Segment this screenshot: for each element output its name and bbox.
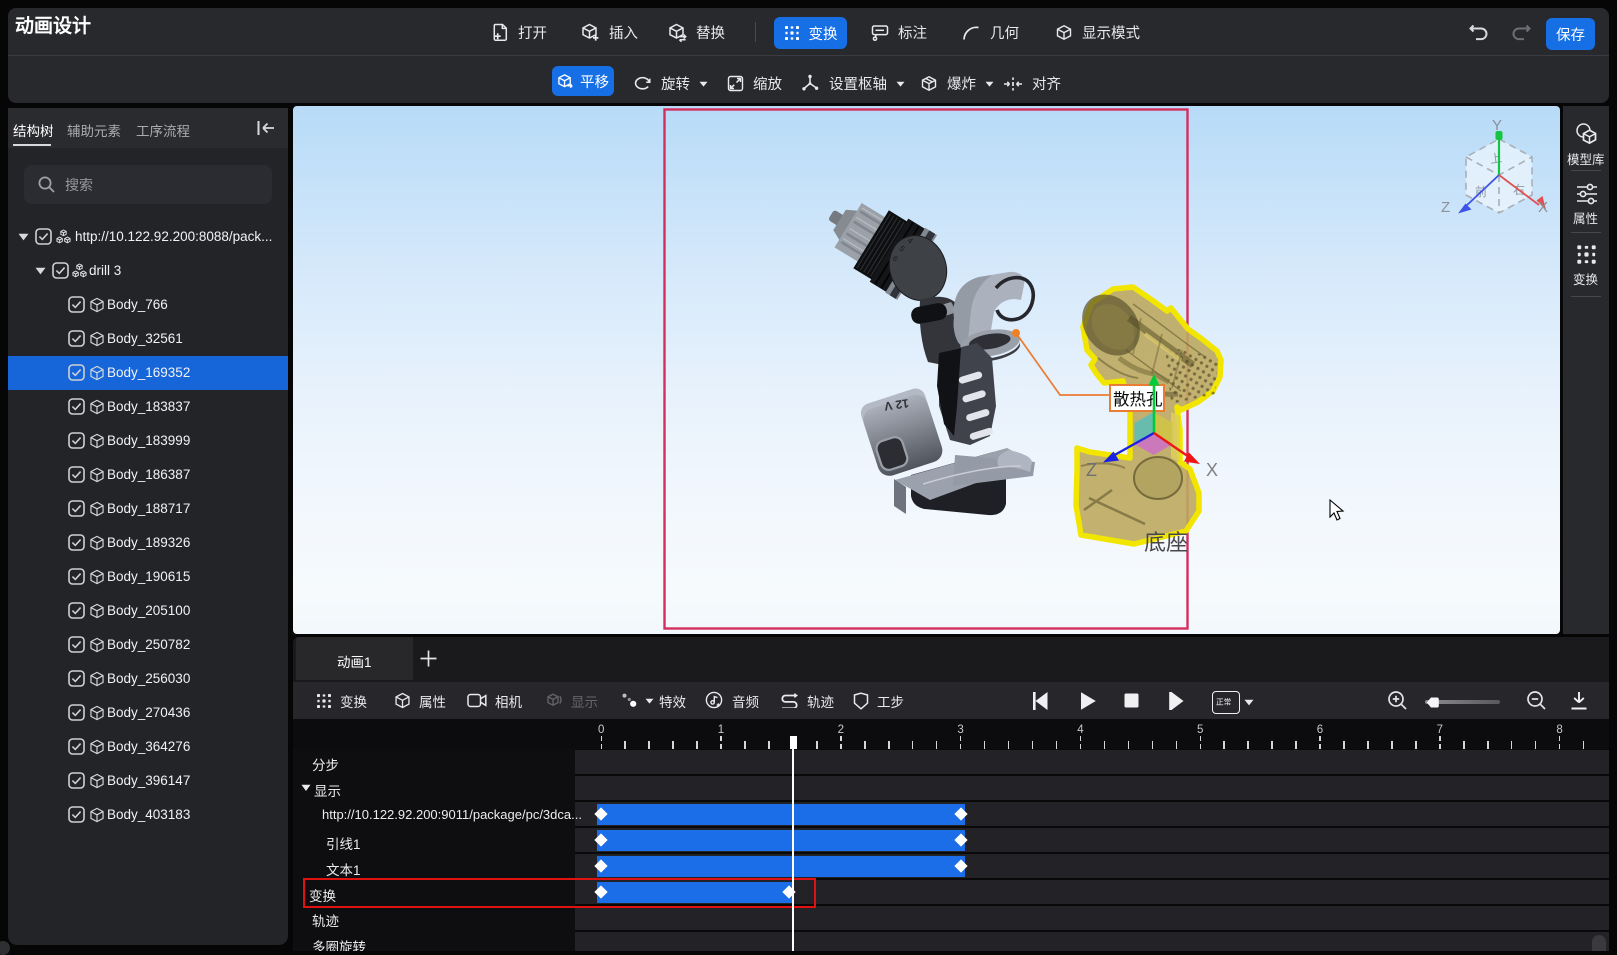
svg-text:上: 上 xyxy=(1489,151,1503,167)
svg-text:底座: 底座 xyxy=(1144,530,1188,555)
svg-text:X: X xyxy=(1206,460,1218,480)
svg-text:X: X xyxy=(1538,199,1548,216)
svg-text:Z: Z xyxy=(1441,199,1450,216)
svg-text:Z: Z xyxy=(1086,460,1097,480)
svg-text:Y: Y xyxy=(1492,117,1502,134)
